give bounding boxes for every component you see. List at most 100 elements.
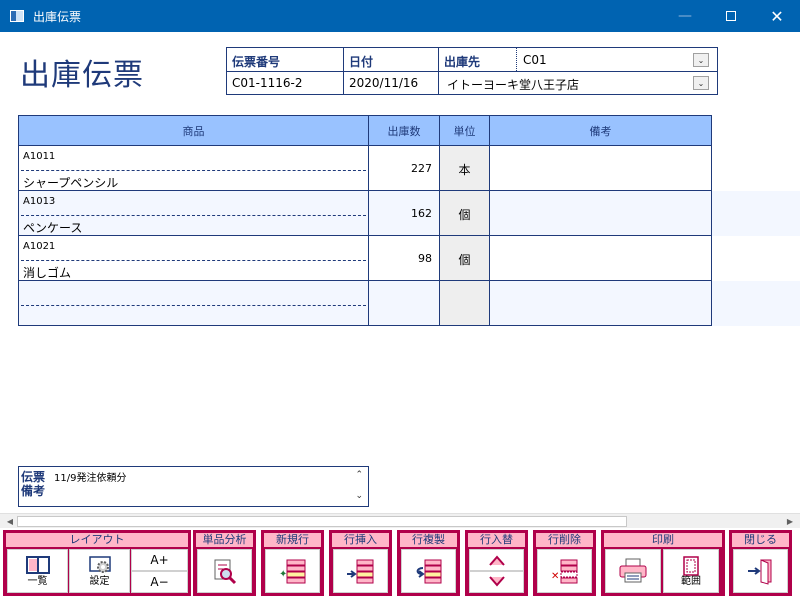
scrollbar-thumb[interactable] — [17, 516, 627, 527]
item-analysis-button[interactable] — [197, 549, 252, 593]
print-group: 印刷 範囲 — [601, 530, 725, 596]
dest-name-dropdown[interactable]: ⌄ — [693, 76, 709, 90]
dest-label: 出庫先 — [444, 55, 481, 69]
dest-code-field[interactable]: C01 — [523, 53, 547, 67]
arrow-down-icon — [488, 576, 505, 587]
gear-icon — [88, 556, 111, 573]
app-icon — [10, 10, 24, 22]
insert-row-icon — [346, 559, 373, 584]
chevron-down-icon: ⌄ — [697, 78, 705, 88]
product-code: A1021 — [23, 241, 56, 252]
slip-no-label: 伝票番号 — [232, 55, 281, 69]
product-name: 消しゴム — [23, 266, 72, 280]
command-toolbar: レイアウト 一覧 設定 A+ A− 単品分析 新規行 ✦ 行挿入 行複製 行入替… — [0, 528, 800, 600]
svg-text:✕: ✕ — [551, 571, 559, 582]
remarks-label-line2: 備考 — [21, 484, 46, 498]
qty-value: 162 — [411, 207, 432, 220]
product-cell[interactable]: A1013 ペンケース — [18, 190, 369, 236]
unit-cell[interactable]: 本 — [439, 145, 490, 191]
layout-group-label: レイアウト — [6, 533, 188, 547]
date-field[interactable]: 2020/11/16 — [349, 76, 418, 90]
product-cell[interactable]: A1021 消しゴム — [18, 235, 369, 281]
qty-cell[interactable]: 227 — [368, 145, 440, 191]
scroll-up-icon[interactable]: ⌃ — [355, 470, 363, 480]
date-label: 日付 — [349, 55, 374, 69]
font-increase-button[interactable]: A+ — [131, 549, 188, 571]
analysis-group-label: 単品分析 — [196, 533, 253, 547]
exit-door-icon — [747, 559, 771, 585]
delete-row-group-label: 行削除 — [536, 533, 593, 547]
unit-cell[interactable]: 個 — [439, 190, 490, 236]
close-form-button[interactable] — [733, 549, 788, 593]
list-layout-button[interactable]: 一覧 — [7, 549, 68, 593]
list-layout-icon — [25, 556, 50, 574]
print-button[interactable] — [605, 549, 661, 593]
unit-value: 本 — [458, 163, 471, 177]
close-button[interactable]: ✕ — [754, 0, 800, 32]
close-group: 閉じる — [729, 530, 792, 596]
arrow-up-icon — [488, 555, 505, 566]
qty-cell[interactable]: 98 — [368, 235, 440, 281]
qty-value: 227 — [411, 162, 432, 175]
qty-cell[interactable] — [368, 280, 440, 326]
maximize-icon — [726, 11, 736, 21]
note-cell[interactable] — [489, 235, 712, 281]
remarks-input[interactable]: 11/9発注依頼分 — [54, 469, 126, 484]
swap-row-group-label: 行入替 — [468, 533, 525, 547]
print-group-label: 印刷 — [604, 533, 722, 547]
font-increase-caption: A+ — [150, 553, 169, 567]
analysis-group: 単品分析 — [193, 530, 256, 596]
print-range-caption: 範囲 — [681, 576, 701, 587]
qty-cell[interactable]: 162 — [368, 190, 440, 236]
move-row-down-button[interactable] — [469, 571, 524, 593]
note-cell[interactable] — [489, 190, 712, 236]
window-title: 出庫伝票 — [33, 10, 82, 24]
layout-settings-button[interactable]: 設定 — [69, 549, 130, 593]
print-range-button[interactable]: 範囲 — [663, 549, 719, 593]
note-cell[interactable] — [489, 145, 712, 191]
slip-no-cell: 伝票番号 C01-1116-2 — [227, 48, 344, 94]
scroll-right-icon[interactable]: ▶ — [782, 514, 798, 529]
product-code: A1013 — [23, 196, 56, 207]
dest-code-dropdown[interactable]: ⌄ — [693, 53, 709, 67]
col-header-qty: 出庫数 — [368, 115, 440, 146]
maximize-button[interactable] — [708, 0, 754, 32]
list-layout-caption: 一覧 — [27, 576, 48, 587]
page-title: 出庫伝票 — [20, 58, 144, 93]
font-decrease-caption: A− — [150, 575, 169, 589]
swap-row-group: 行入替 — [465, 530, 528, 596]
note-cell[interactable] — [489, 280, 712, 326]
slip-no-field[interactable]: C01-1116-2 — [232, 76, 302, 90]
copy-row-group: 行複製 — [397, 530, 460, 596]
scroll-down-icon[interactable]: ⌄ — [355, 491, 363, 501]
unit-value: 個 — [458, 208, 471, 222]
title-bar: 出庫伝票 — ✕ — [0, 0, 800, 32]
date-cell: 日付 2020/11/16 — [344, 48, 439, 94]
delete-row-button[interactable]: ✕ — [537, 549, 592, 593]
product-cell[interactable] — [18, 280, 369, 326]
printer-icon — [619, 558, 647, 583]
dest-label-divider — [516, 48, 517, 71]
new-row-button[interactable]: ✦ — [265, 549, 320, 593]
insert-row-group-label: 行挿入 — [332, 533, 389, 547]
qty-value: 98 — [418, 252, 432, 265]
copy-row-group-label: 行複製 — [400, 533, 457, 547]
copy-row-button[interactable] — [401, 549, 456, 593]
magnifier-icon — [214, 559, 236, 585]
font-decrease-button[interactable]: A− — [131, 571, 188, 593]
move-row-up-button[interactable] — [469, 549, 524, 571]
horizontal-scrollbar[interactable]: ◀ ▶ — [0, 513, 800, 528]
scroll-left-icon[interactable]: ◀ — [2, 514, 18, 529]
destination-cell: 出庫先 C01 ⌄ イトーヨーキ堂八王子店 ⌄ — [439, 48, 717, 94]
col-header-product: 商品 — [18, 115, 369, 146]
chevron-down-icon: ⌄ — [697, 55, 705, 65]
new-row-group-label: 新規行 — [264, 533, 321, 547]
minimize-button[interactable]: — — [662, 0, 708, 32]
insert-row-button[interactable] — [333, 549, 388, 593]
unit-cell[interactable]: 個 — [439, 235, 490, 281]
remarks-label-line1: 伝票 — [21, 470, 46, 484]
dest-name-field[interactable]: イトーヨーキ堂八王子店 — [447, 76, 579, 93]
unit-cell[interactable] — [439, 280, 490, 326]
product-cell[interactable]: A1011 シャープペンシル — [18, 145, 369, 191]
close-group-label: 閉じる — [732, 533, 789, 547]
